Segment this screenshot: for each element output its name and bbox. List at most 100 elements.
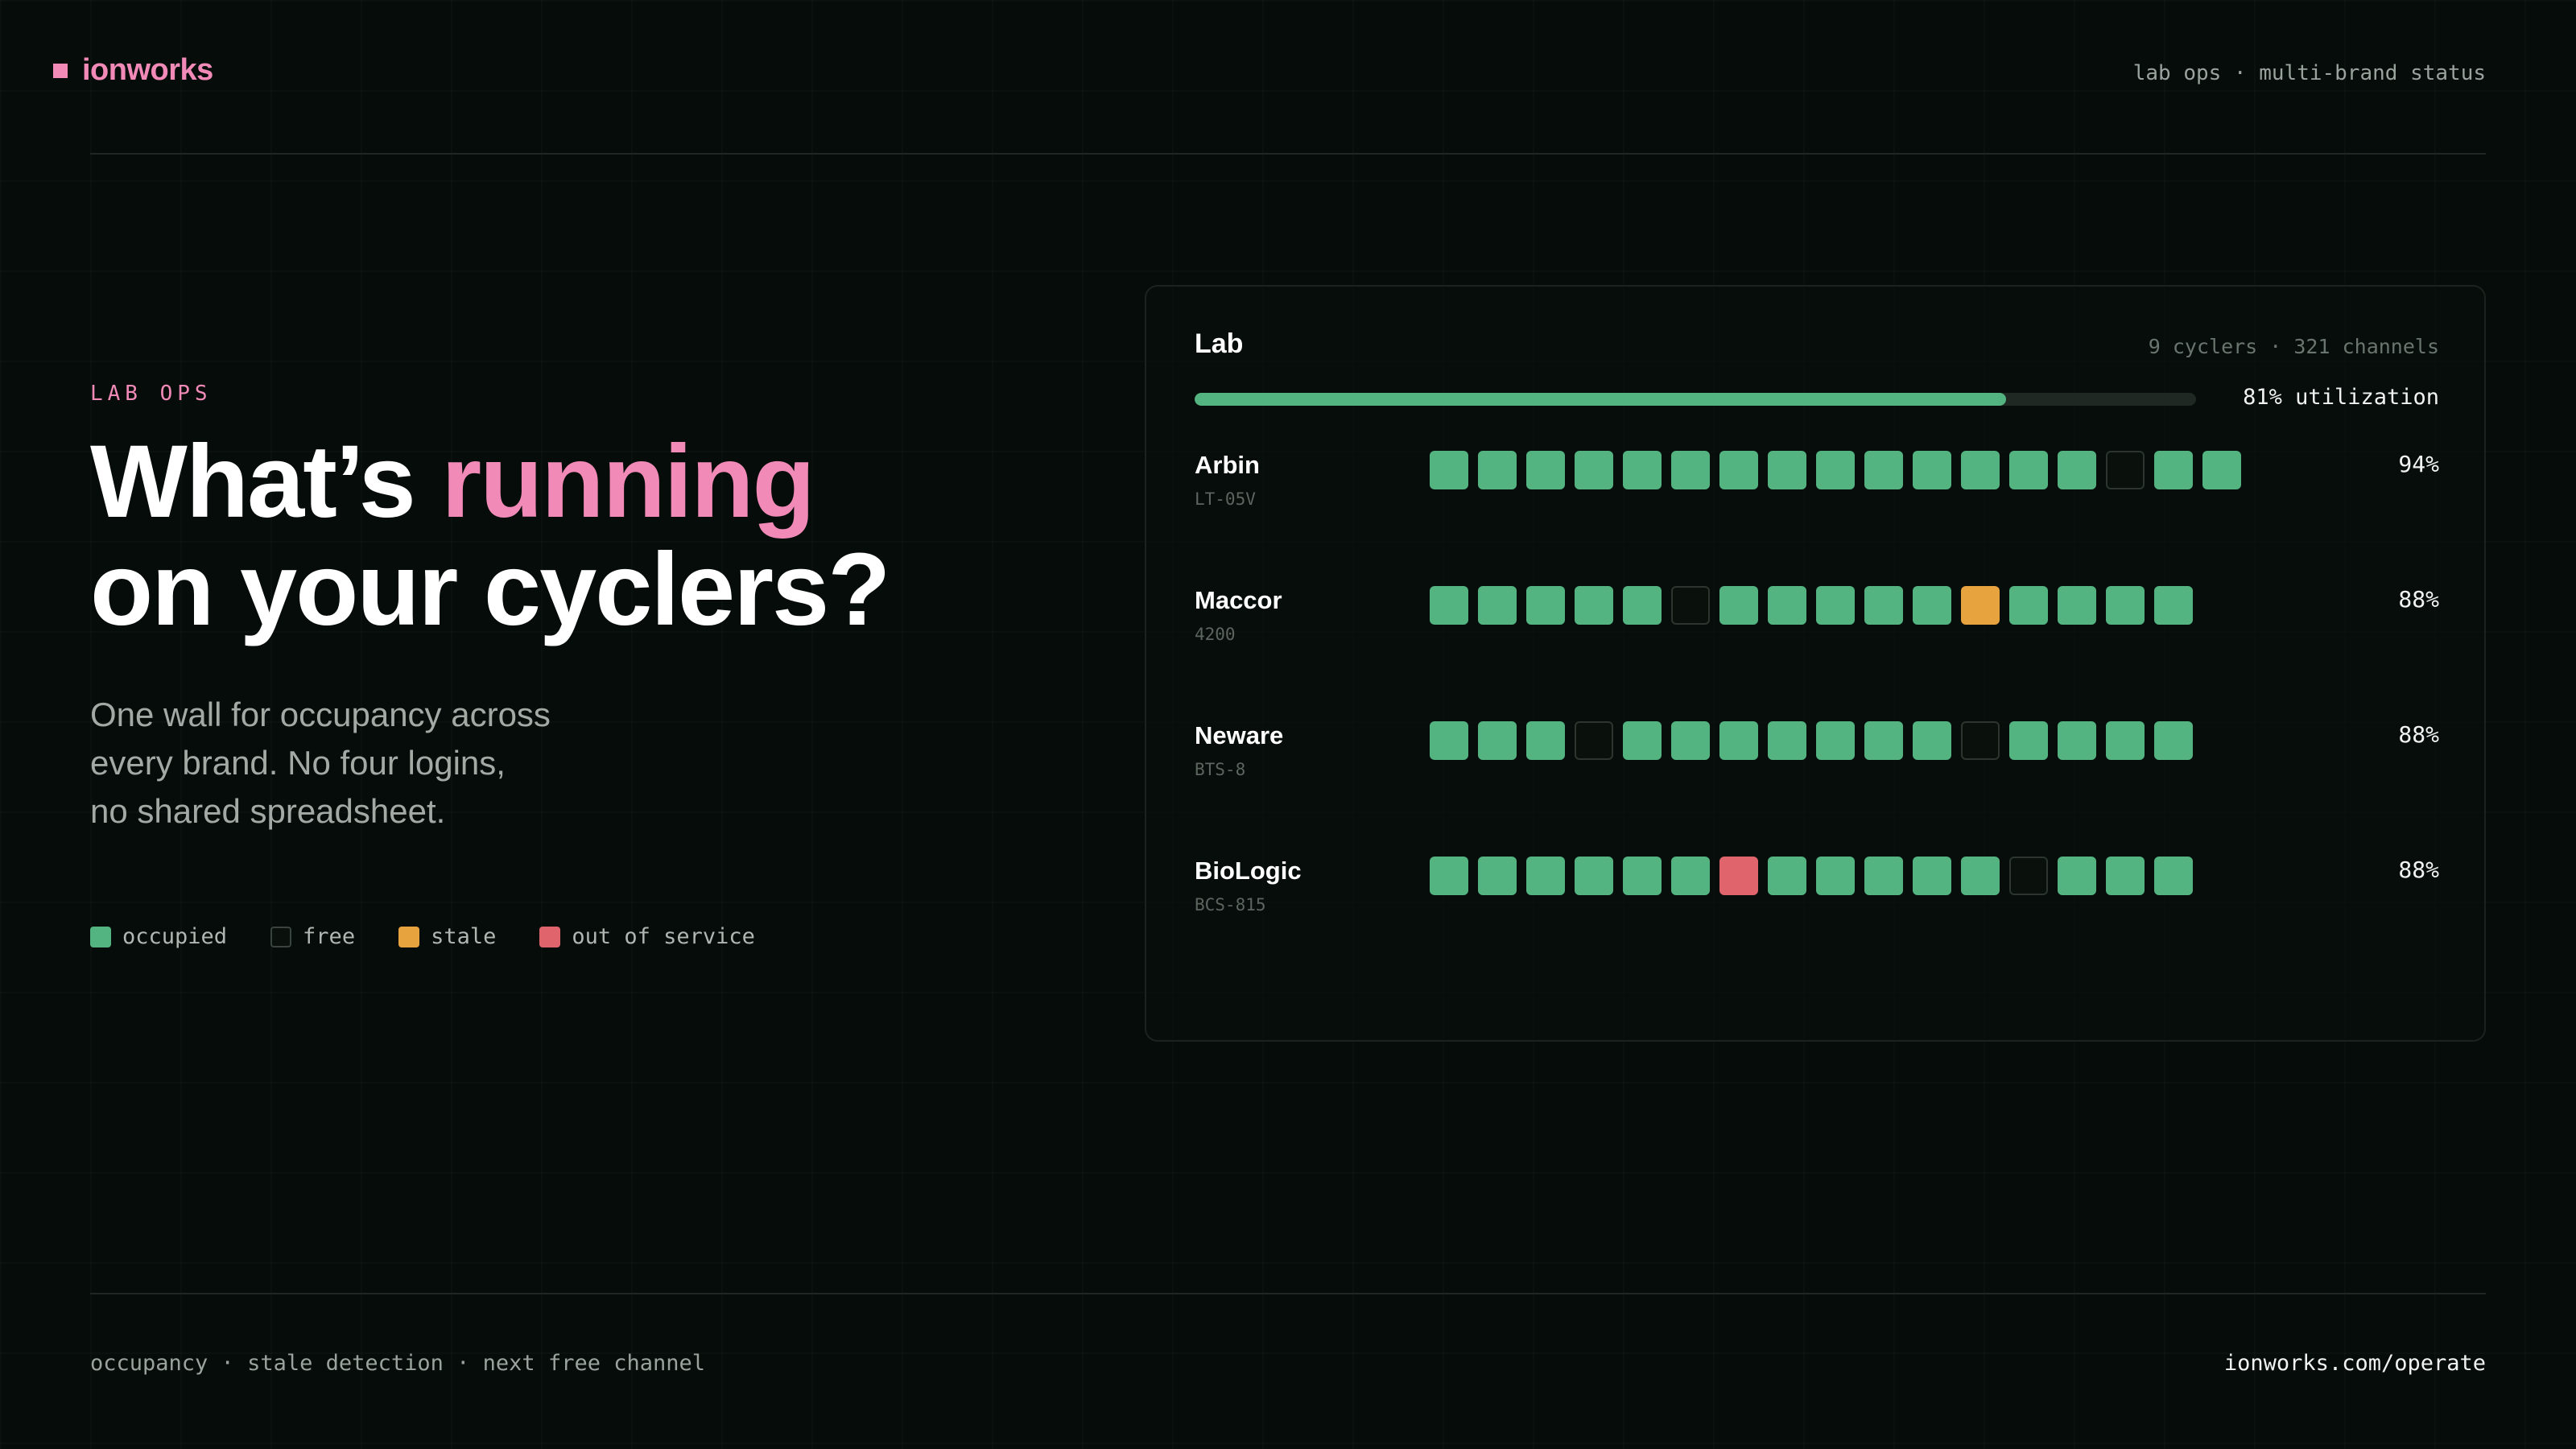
panel-title: Lab	[1195, 328, 1244, 359]
channel-cell-free[interactable]	[2009, 857, 2048, 895]
cycler-name: Maccor	[1195, 586, 1282, 614]
channel-cell-occupied[interactable]	[1768, 857, 1806, 895]
channel-cell-occupied[interactable]	[1623, 586, 1662, 625]
channel-grid	[1430, 451, 2241, 489]
channel-cell-occupied[interactable]	[1816, 721, 1855, 760]
channel-cell-occupied[interactable]	[1961, 857, 2000, 895]
channel-cell-free[interactable]	[1961, 721, 2000, 760]
legend-label: out of service	[572, 924, 755, 949]
channel-cell-occupied[interactable]	[1719, 451, 1758, 489]
cycler-utilization: 88%	[2398, 857, 2439, 883]
legend-free: free	[270, 924, 355, 949]
channel-cell-occupied[interactable]	[1719, 586, 1758, 625]
channel-cell-occupied[interactable]	[2009, 451, 2048, 489]
subtitle: One wall for occupancy across every bran…	[90, 691, 654, 836]
brand-logo[interactable]: ionworks	[53, 53, 213, 88]
channel-cell-occupied[interactable]	[1478, 451, 1517, 489]
utilization-label: 81% utilization	[2243, 385, 2439, 410]
channel-cell-occupied[interactable]	[1478, 586, 1517, 625]
channel-cell-occupied[interactable]	[1575, 586, 1613, 625]
channel-cell-occupied[interactable]	[2106, 721, 2145, 760]
stale-swatch-icon	[398, 926, 420, 947]
channel-cell-free[interactable]	[1575, 721, 1613, 760]
channel-cell-occupied[interactable]	[1671, 857, 1710, 895]
cycler-model: BTS-8	[1195, 760, 1246, 779]
channel-cell-occupied[interactable]	[2058, 451, 2096, 489]
channel-cell-occupied[interactable]	[1575, 857, 1613, 895]
cycler-utilization: 88%	[2398, 721, 2439, 748]
channel-cell-occupied[interactable]	[2058, 721, 2096, 760]
channel-cell-out-of-service[interactable]	[1719, 857, 1758, 895]
channel-cell-occupied[interactable]	[1526, 721, 1565, 760]
brand-name: ionworks	[82, 53, 213, 87]
channel-cell-occupied[interactable]	[2154, 451, 2193, 489]
legend-label: free	[303, 924, 356, 949]
channel-cell-occupied[interactable]	[1671, 451, 1710, 489]
channel-cell-occupied[interactable]	[1526, 586, 1565, 625]
channel-cell-occupied[interactable]	[2058, 857, 2096, 895]
channel-cell-occupied[interactable]	[2202, 451, 2241, 489]
channel-cell-occupied[interactable]	[1526, 857, 1565, 895]
legend-label: stale	[431, 924, 497, 949]
legend: occupied free stale out of service	[90, 924, 755, 949]
channel-cell-occupied[interactable]	[1913, 857, 1951, 895]
channel-cell-occupied[interactable]	[1671, 721, 1710, 760]
cycler-model: 4200	[1195, 625, 1236, 644]
channel-cell-occupied[interactable]	[1430, 451, 1468, 489]
subtitle-line: every brand. No four logins,	[90, 744, 506, 782]
channel-cell-occupied[interactable]	[1864, 721, 1903, 760]
channel-cell-occupied[interactable]	[1430, 586, 1468, 625]
channel-cell-occupied[interactable]	[1623, 721, 1662, 760]
legend-out-of-service: out of service	[539, 924, 755, 949]
channel-cell-occupied[interactable]	[2058, 586, 2096, 625]
channel-cell-occupied[interactable]	[1913, 721, 1951, 760]
channel-cell-free[interactable]	[2106, 451, 2145, 489]
channel-cell-occupied[interactable]	[1623, 451, 1662, 489]
channel-cell-occupied[interactable]	[1864, 586, 1903, 625]
channel-cell-occupied[interactable]	[2154, 721, 2193, 760]
footer-link[interactable]: ionworks.com/operate	[2224, 1351, 2486, 1376]
channel-cell-occupied[interactable]	[1430, 857, 1468, 895]
channel-cell-occupied[interactable]	[1816, 586, 1855, 625]
channel-cell-occupied[interactable]	[1864, 857, 1903, 895]
channel-cell-occupied[interactable]	[2154, 857, 2193, 895]
cycler-utilization: 94%	[2398, 451, 2439, 477]
channel-cell-occupied[interactable]	[1768, 586, 1806, 625]
channel-cell-occupied[interactable]	[1816, 857, 1855, 895]
headline-line2: on your cyclers?	[90, 532, 890, 647]
channel-cell-occupied[interactable]	[1478, 721, 1517, 760]
channel-cell-occupied[interactable]	[1719, 721, 1758, 760]
channel-cell-occupied[interactable]	[2106, 857, 2145, 895]
cycler-name: Arbin	[1195, 451, 1260, 479]
channel-cell-occupied[interactable]	[2106, 586, 2145, 625]
cycler-utilization: 88%	[2398, 586, 2439, 613]
channel-cell-occupied[interactable]	[2009, 586, 2048, 625]
headline: What’s running on your cyclers?	[90, 428, 890, 647]
channel-cell-occupied[interactable]	[2009, 721, 2048, 760]
utilization-bar	[1195, 393, 2196, 406]
channel-cell-occupied[interactable]	[1575, 451, 1613, 489]
cycler-row-arbin[interactable]: Arbin LT-05V 94%	[1195, 451, 2439, 539]
cycler-row-neware[interactable]: Neware BTS-8 88%	[1195, 721, 2439, 810]
channel-cell-occupied[interactable]	[1526, 451, 1565, 489]
occupied-swatch-icon	[90, 926, 111, 947]
channel-cell-occupied[interactable]	[1430, 721, 1468, 760]
channel-cell-occupied[interactable]	[1913, 451, 1951, 489]
channel-cell-occupied[interactable]	[1478, 857, 1517, 895]
channel-grid	[1430, 721, 2193, 760]
channel-cell-stale[interactable]	[1961, 586, 2000, 625]
channel-grid	[1430, 586, 2193, 625]
subtitle-line: One wall for occupancy across	[90, 696, 551, 733]
channel-cell-occupied[interactable]	[1623, 857, 1662, 895]
channel-cell-occupied[interactable]	[1768, 451, 1806, 489]
channel-cell-free[interactable]	[1671, 586, 1710, 625]
channel-cell-occupied[interactable]	[1768, 721, 1806, 760]
channel-cell-occupied[interactable]	[1816, 451, 1855, 489]
channel-cell-occupied[interactable]	[1961, 451, 2000, 489]
channel-cell-occupied[interactable]	[1864, 451, 1903, 489]
channel-cell-occupied[interactable]	[2154, 586, 2193, 625]
channel-grid	[1430, 857, 2193, 895]
channel-cell-occupied[interactable]	[1913, 586, 1951, 625]
cycler-row-biologic[interactable]: BioLogic BCS-815 88%	[1195, 857, 2439, 945]
cycler-row-maccor[interactable]: Maccor 4200 88%	[1195, 586, 2439, 675]
